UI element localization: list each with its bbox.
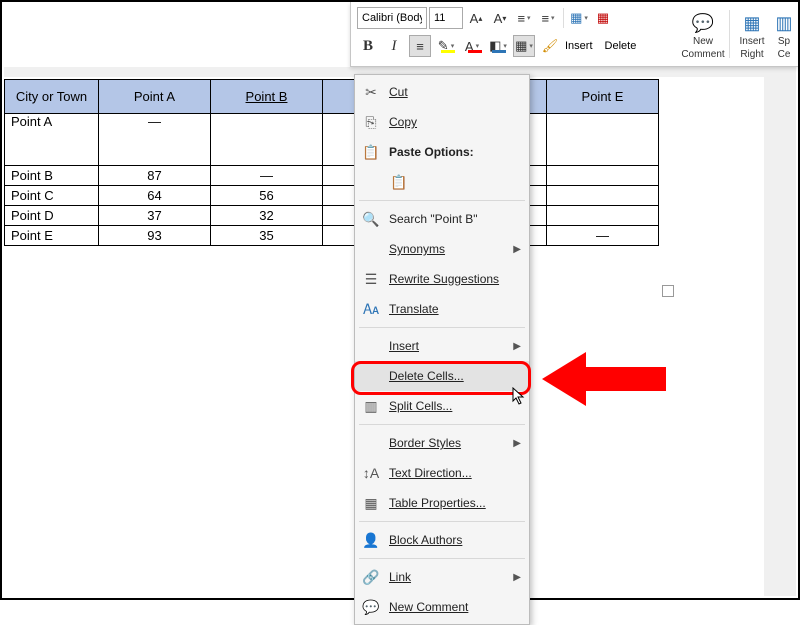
- delete-table-icon[interactable]: ▦: [592, 7, 614, 29]
- menu-paste-options: 📋Paste Options:: [355, 137, 529, 167]
- end-of-table-mark: [662, 285, 674, 297]
- split-cells-button[interactable]: ▥ Sp Ce: [772, 4, 796, 64]
- translate-icon: 🗛: [361, 301, 381, 318]
- new-comment-button[interactable]: 💬 New Comment: [679, 4, 727, 64]
- text-direction-icon: ↕A: [361, 465, 381, 481]
- table-row[interactable]: Point B 87 —: [5, 166, 659, 186]
- split-icon: ▥: [361, 398, 381, 415]
- menu-rewrite[interactable]: ☰Rewrite Suggestions: [355, 264, 529, 294]
- insert-right-icon: ▦: [743, 13, 760, 34]
- numbering-icon[interactable]: ≡: [537, 7, 559, 29]
- increase-font-icon[interactable]: A▴: [465, 7, 487, 29]
- align-button[interactable]: ≡: [409, 35, 431, 57]
- comment-icon: 💬: [361, 599, 381, 616]
- menu-paste-option-1[interactable]: 📋: [355, 167, 529, 197]
- insert-right-button[interactable]: ▦ Insert Right: [732, 4, 772, 64]
- split-cells-icon: ▥: [775, 13, 792, 34]
- menu-cut[interactable]: ✂Cut: [355, 77, 529, 107]
- menu-text-direction[interactable]: ↕AText Direction...: [355, 458, 529, 488]
- paste-icon: 📋: [361, 144, 381, 161]
- menu-copy[interactable]: ⎘Copy: [355, 107, 529, 137]
- decrease-font-icon[interactable]: A▾: [489, 7, 511, 29]
- col-header[interactable]: City or Town: [5, 80, 99, 114]
- col-header[interactable]: Point E: [547, 80, 659, 114]
- search-icon: 🔍: [361, 211, 381, 228]
- table-row[interactable]: Point D 37 32 91 —: [5, 206, 659, 226]
- menu-block-authors[interactable]: 👤Block Authors: [355, 525, 529, 555]
- menu-translate[interactable]: 🗛Translate: [355, 294, 529, 324]
- font-color-icon[interactable]: A: [461, 35, 483, 57]
- rewrite-icon: ☰: [361, 271, 381, 288]
- insert-label[interactable]: Insert: [565, 40, 593, 52]
- table-row[interactable]: Point C 64 56 —: [5, 186, 659, 206]
- block-authors-icon: 👤: [361, 532, 381, 549]
- font-family-select[interactable]: [357, 7, 427, 29]
- delete-label[interactable]: Delete: [605, 40, 637, 52]
- menu-delete-cells[interactable]: Delete Cells...: [355, 361, 529, 391]
- table-header-row: City or Town Point A Point B Point C Poi…: [5, 80, 659, 114]
- highlight-color-icon[interactable]: ✎: [435, 35, 457, 57]
- shading-icon[interactable]: ◧: [487, 35, 509, 57]
- copy-icon: ⎘: [361, 114, 381, 131]
- italic-button[interactable]: I: [383, 35, 405, 57]
- menu-table-properties[interactable]: ▦Table Properties...: [355, 488, 529, 518]
- table-properties-icon: ▦: [361, 495, 381, 512]
- menu-border-styles[interactable]: Border Styles▶: [355, 428, 529, 458]
- table-row[interactable]: Point E 93 35 54 43 —: [5, 226, 659, 246]
- chevron-right-icon: ▶: [513, 572, 521, 583]
- menu-link[interactable]: 🔗Link▶: [355, 562, 529, 592]
- borders-icon[interactable]: ▦: [513, 35, 535, 57]
- menu-search[interactable]: 🔍Search "Point B": [355, 204, 529, 234]
- menu-insert[interactable]: Insert▶: [355, 331, 529, 361]
- chevron-right-icon: ▶: [513, 244, 521, 255]
- table-row[interactable]: Point A —: [5, 114, 659, 166]
- menu-split-cells[interactable]: ▥Split Cells...: [355, 391, 529, 421]
- mini-toolbar: A▴ A▾ ≡ ≡ ▦ ▦ B I ≡ ✎ A ◧ ▦ 🖌 Insert Del…: [350, 2, 798, 67]
- font-size-select[interactable]: [429, 7, 463, 29]
- context-menu: ✂Cut ⎘Copy 📋Paste Options: 📋 🔍Search "Po…: [354, 74, 530, 625]
- callout-arrow: [542, 352, 672, 406]
- link-icon: 🔗: [361, 569, 381, 586]
- data-table[interactable]: City or Town Point A Point B Point C Poi…: [4, 79, 659, 246]
- comment-icon: 💬: [692, 13, 714, 34]
- col-header[interactable]: Point A: [99, 80, 211, 114]
- bullets-icon[interactable]: ≡: [513, 7, 535, 29]
- paste-keep-icon: 📋: [389, 174, 409, 191]
- menu-synonyms[interactable]: Synonyms▶: [355, 234, 529, 264]
- bold-button[interactable]: B: [357, 35, 379, 57]
- insert-table-icon[interactable]: ▦: [568, 7, 590, 29]
- cut-icon: ✂: [361, 84, 381, 101]
- chevron-right-icon: ▶: [513, 341, 521, 352]
- format-painter-icon[interactable]: 🖌: [539, 35, 561, 57]
- chevron-right-icon: ▶: [513, 438, 521, 449]
- menu-new-comment[interactable]: 💬New Comment: [355, 592, 529, 622]
- col-header[interactable]: Point B: [211, 80, 323, 114]
